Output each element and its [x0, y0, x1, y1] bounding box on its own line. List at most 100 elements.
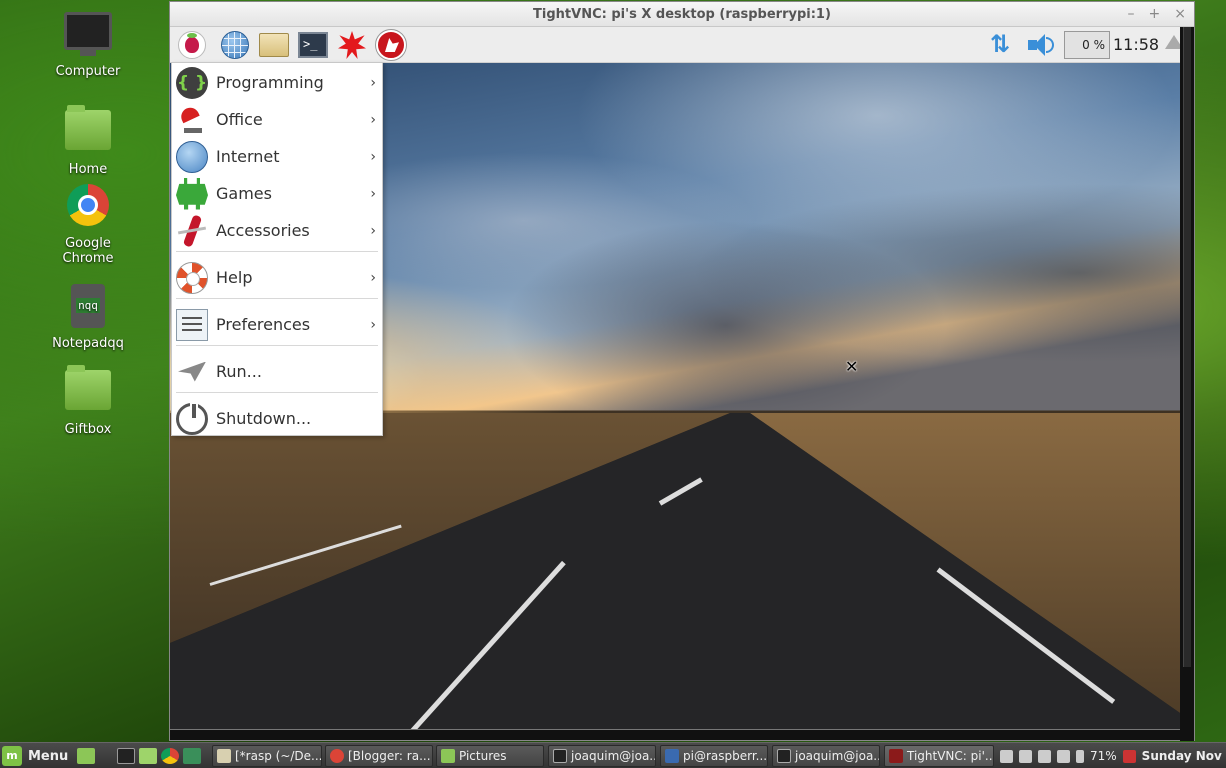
menu-item-label: Games	[216, 184, 272, 203]
menu-separator	[176, 392, 378, 393]
system-tray: 71% Sunday Nov	[1000, 743, 1222, 768]
chevron-right-icon: ›	[370, 316, 376, 333]
notes-quick-icon[interactable]	[183, 748, 201, 764]
shutdown-icon	[176, 401, 208, 435]
chevron-right-icon: ›	[370, 111, 376, 128]
internet-icon	[176, 140, 208, 173]
chevron-right-icon: ›	[370, 222, 376, 239]
terminal-icon: >_	[298, 32, 328, 58]
task-button[interactable]: [*rasp (~/De...	[212, 745, 322, 767]
window-titlebar[interactable]: TightVNC: pi's X desktop (raspberrypi:1)…	[170, 2, 1194, 27]
menu-separator	[176, 251, 378, 252]
chrome-quick-icon[interactable]	[161, 748, 179, 764]
task-button[interactable]: pi@raspberr...	[660, 745, 768, 767]
update-icon[interactable]	[1019, 749, 1032, 763]
menu-item-label: Run...	[216, 362, 262, 381]
show-desktop-icon[interactable]	[77, 748, 95, 764]
host-taskbar: m Menu [*rasp (~/De... [Blogger: ra... P…	[0, 742, 1226, 768]
menu-item-label: Shutdown...	[216, 409, 312, 428]
folder-icon	[64, 365, 112, 418]
raspberry-menu-button[interactable]	[176, 30, 208, 60]
shield-icon[interactable]	[1122, 749, 1136, 763]
panel-clock[interactable]: 11:58	[1113, 27, 1159, 63]
menu-item-label: Programming	[216, 73, 324, 92]
games-icon	[176, 177, 208, 210]
raspberry-menu-icon	[178, 31, 206, 59]
notepadqq-icon: nqq	[64, 284, 112, 332]
desktop-icon-label: Giftbox	[64, 422, 112, 437]
chrome-icon	[64, 184, 112, 232]
horizontal-scrollbar[interactable]	[170, 729, 1180, 740]
desktop-icon-home[interactable]: Home	[38, 104, 138, 177]
home-folder-icon	[64, 105, 112, 158]
chevron-right-icon: ›	[370, 74, 376, 91]
terminal-quick-icon[interactable]	[117, 748, 135, 764]
minimize-button[interactable]: –	[1128, 2, 1135, 27]
start-menu-button[interactable]: m Menu	[2, 746, 68, 766]
menu-item-preferences[interactable]: Preferences ›	[172, 306, 382, 343]
menu-item-office[interactable]: Office ›	[172, 101, 382, 138]
volume-icon[interactable]	[1026, 31, 1054, 59]
menu-item-internet[interactable]: Internet ›	[172, 138, 382, 175]
files-quick-icon[interactable]	[139, 748, 157, 764]
menu-item-shutdown[interactable]: Shutdown...	[172, 400, 382, 437]
desktop-icon-label: Google Chrome	[62, 236, 114, 266]
file-manager-launcher[interactable]	[258, 30, 290, 60]
terminal-icon	[553, 749, 567, 763]
start-menu-label: Menu	[28, 748, 69, 764]
menu-separator	[176, 345, 378, 346]
menu-item-label: Office	[216, 110, 263, 129]
menu-item-games[interactable]: Games ›	[172, 175, 382, 212]
menu-item-label: Help	[216, 268, 253, 287]
terminal-launcher[interactable]: >_	[297, 30, 329, 60]
desktop-icon-label: Home	[68, 162, 108, 177]
menu-separator	[176, 298, 378, 299]
folder-icon	[441, 749, 455, 763]
task-button[interactable]: joaquim@joa...	[772, 745, 880, 767]
menu-item-run[interactable]: Run...	[172, 353, 382, 390]
battery-icon[interactable]	[1076, 749, 1084, 763]
chevron-right-icon: ›	[370, 269, 376, 286]
vertical-scrollbar[interactable]	[1180, 27, 1194, 741]
accessories-icon	[176, 215, 208, 247]
computer-icon	[64, 12, 112, 60]
menu-item-accessories[interactable]: Accessories ›	[172, 212, 382, 249]
maximize-button[interactable]: +	[1149, 2, 1161, 27]
taskbar-date[interactable]: Sunday Nov	[1142, 749, 1222, 763]
task-button[interactable]: joaquim@joa...	[548, 745, 656, 767]
remote-session-icon	[665, 749, 679, 763]
text-editor-icon	[217, 749, 231, 763]
window-title: TightVNC: pi's X desktop (raspberrypi:1)	[533, 7, 831, 22]
task-button-active[interactable]: TightVNC: pi'...	[884, 745, 994, 767]
wolfram-launcher[interactable]	[375, 29, 407, 61]
mathematica-icon	[338, 31, 366, 59]
mathematica-launcher[interactable]	[336, 30, 368, 60]
menu-item-label: Preferences	[216, 315, 311, 334]
office-icon	[176, 104, 208, 136]
chevron-right-icon: ›	[370, 185, 376, 202]
preferences-icon	[176, 308, 208, 341]
menu-item-label: Accessories	[216, 221, 310, 240]
menu-item-programming[interactable]: { } Programming ›	[172, 64, 382, 101]
menu-item-help[interactable]: Help ›	[172, 259, 382, 296]
tightvnc-icon	[889, 749, 903, 763]
task-button[interactable]: [Blogger: ra...	[325, 745, 433, 767]
desktop-icon-notepadqq[interactable]: nqq Notepadqq	[38, 284, 138, 351]
web-browser-launcher[interactable]	[219, 30, 251, 60]
task-button[interactable]: Pictures	[436, 745, 544, 767]
cpu-monitor[interactable]: 0 %	[1064, 31, 1110, 59]
web-browser-icon	[221, 31, 249, 59]
wifi-icon[interactable]	[1038, 749, 1051, 763]
desktop-icon-computer[interactable]: Computer	[38, 12, 138, 79]
desktop-icon-chrome[interactable]: Google Chrome	[38, 184, 138, 266]
help-icon	[176, 261, 208, 294]
user-icon[interactable]	[1000, 749, 1013, 763]
mouse-cursor-icon: ✕	[845, 357, 859, 376]
network-arrows-icon[interactable]: ⇅	[990, 30, 1010, 58]
battery-percent: 71%	[1090, 749, 1117, 763]
desktop-icon-label: Notepadqq	[52, 336, 124, 351]
close-button[interactable]: ×	[1174, 2, 1186, 27]
menu-item-label: Internet	[216, 147, 280, 166]
volume-icon[interactable]	[1057, 749, 1070, 763]
desktop-icon-giftbox[interactable]: Giftbox	[38, 364, 138, 437]
